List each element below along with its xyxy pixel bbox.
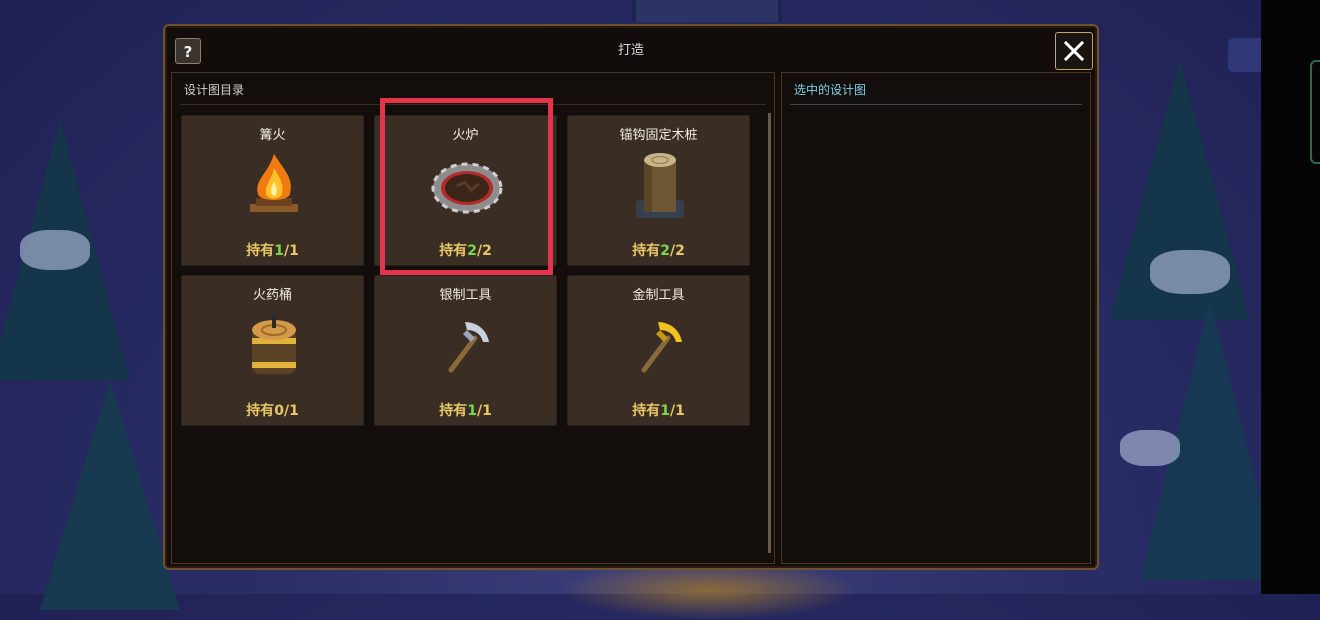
selected-header: 选中的设计图 bbox=[794, 83, 867, 97]
crafting-dialog: ? 打造 设计图目录 篝火 持有1/1 火炉 持有2/2 锚钩固定木桩 持有2/… bbox=[163, 24, 1099, 570]
blueprint-catalog-panel: 设计图目录 篝火 持有1/1 火炉 持有2/2 锚钩固定木桩 持有2/2 火药桶… bbox=[171, 72, 775, 564]
background-tower bbox=[632, 0, 782, 22]
close-button[interactable] bbox=[1055, 32, 1093, 70]
total-value: 1 bbox=[289, 243, 299, 259]
owned-value: 1 bbox=[274, 243, 284, 259]
owned-value: 1 bbox=[660, 403, 670, 419]
gold-pickaxe-icon bbox=[641, 322, 682, 373]
blueprint-card-powder-keg[interactable]: 火药桶 持有0/1 bbox=[181, 275, 364, 426]
dialog-title: 打造 bbox=[617, 43, 644, 58]
campfire-icon bbox=[250, 154, 298, 212]
owned-value: 2 bbox=[467, 243, 477, 259]
furnace-icon bbox=[431, 162, 503, 214]
total-value: 2 bbox=[482, 243, 492, 259]
snow-patch bbox=[20, 230, 90, 270]
blueprint-card-gold-tools[interactable]: 金制工具 持有1/1 bbox=[567, 275, 750, 426]
blueprint-name: 篝火 bbox=[259, 128, 286, 143]
owned-count: 持有0/1 bbox=[182, 400, 363, 420]
owned-count: 持有1/1 bbox=[568, 400, 749, 420]
catalog-header: 设计图目录 bbox=[184, 83, 245, 97]
blueprint-name: 银制工具 bbox=[439, 288, 492, 303]
selected-blueprint-panel: 选中的设计图 bbox=[781, 72, 1091, 564]
owned-prefix: 持有 bbox=[632, 243, 661, 259]
snow-patch bbox=[1150, 250, 1230, 294]
powder-keg-icon bbox=[252, 314, 296, 374]
owned-value: 1 bbox=[467, 403, 477, 419]
total-value: 2 bbox=[675, 243, 685, 259]
owned-value: 2 bbox=[660, 243, 670, 259]
blueprint-name: 金制工具 bbox=[632, 288, 685, 303]
blueprint-name: 火炉 bbox=[452, 128, 479, 143]
owned-value: 0 bbox=[274, 403, 284, 419]
blueprint-name: 锚钩固定木桩 bbox=[619, 128, 698, 143]
total-value: 1 bbox=[289, 403, 299, 419]
blueprint-name: 火药桶 bbox=[252, 288, 292, 303]
blueprint-card-wooden-stake[interactable]: 锚钩固定木桩 持有2/2 bbox=[567, 115, 750, 266]
owned-count: 持有1/1 bbox=[182, 240, 363, 260]
wooden-stake-icon bbox=[636, 153, 684, 218]
total-value: 1 bbox=[482, 403, 492, 419]
close-icon bbox=[1063, 40, 1085, 62]
silver-pickaxe-icon bbox=[448, 322, 489, 373]
owned-prefix: 持有 bbox=[632, 403, 661, 419]
owned-prefix: 持有 bbox=[439, 243, 468, 259]
owned-prefix: 持有 bbox=[439, 403, 468, 419]
owned-count: 持有2/2 bbox=[568, 240, 749, 260]
owned-prefix: 持有 bbox=[246, 403, 275, 419]
owned-count: 持有1/1 bbox=[375, 400, 556, 420]
owned-prefix: 持有 bbox=[246, 243, 275, 259]
total-value: 1 bbox=[675, 403, 685, 419]
edge-indicator bbox=[1310, 60, 1320, 164]
snow-patch bbox=[1120, 430, 1180, 466]
blueprint-card-silver-tools[interactable]: 银制工具 持有1/1 bbox=[374, 275, 557, 426]
owned-count: 持有2/2 bbox=[375, 240, 556, 260]
scrollbar[interactable] bbox=[768, 113, 771, 553]
background-tree bbox=[40, 380, 180, 610]
blueprint-card-campfire[interactable]: 篝火 持有1/1 bbox=[181, 115, 364, 266]
blueprint-card-furnace[interactable]: 火炉 持有2/2 bbox=[374, 115, 557, 266]
divider bbox=[790, 104, 1082, 105]
divider bbox=[180, 104, 766, 105]
